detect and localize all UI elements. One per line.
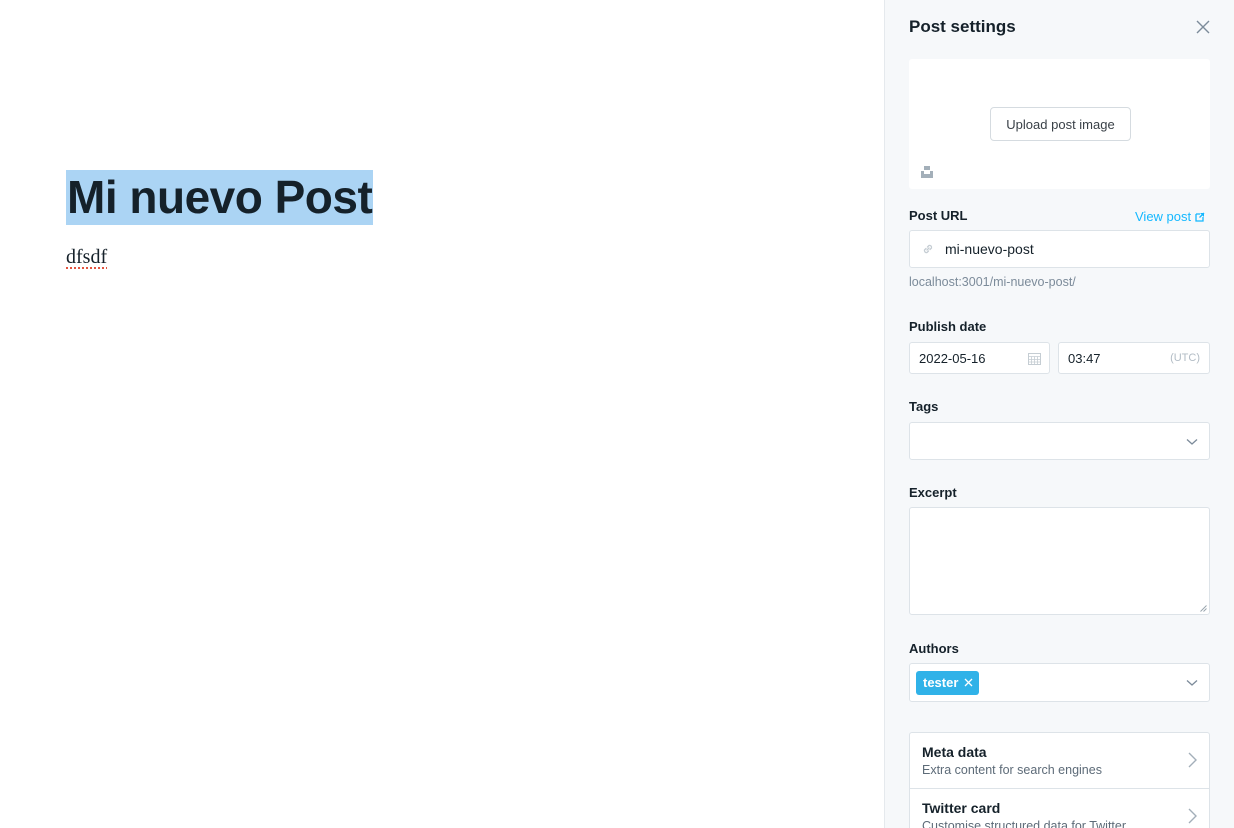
close-icon[interactable] <box>1193 17 1213 37</box>
publish-time-input[interactable]: 03:47 (UTC) <box>1058 342 1210 374</box>
upload-post-image-button[interactable]: Upload post image <box>990 107 1131 141</box>
unsplash-icon[interactable] <box>920 165 934 179</box>
chevron-right-icon <box>1188 752 1197 768</box>
chevron-down-icon <box>1186 439 1198 445</box>
authors-label: Authors <box>909 641 959 656</box>
publish-time-value: 03:47 <box>1068 350 1101 366</box>
excerpt-label: Excerpt <box>909 485 957 500</box>
excerpt-textarea[interactable] <box>909 507 1210 615</box>
remove-author-icon[interactable] <box>964 678 973 687</box>
publish-date-label: Publish date <box>909 319 987 334</box>
view-post-link[interactable]: View post <box>1135 209 1205 224</box>
twitter-card-subtitle: Customise structured data for Twitter <box>922 819 1127 828</box>
post-url-input[interactable]: mi-nuevo-post <box>909 230 1210 268</box>
post-image-area[interactable]: Upload post image <box>909 59 1210 189</box>
publish-date-input[interactable]: 2022-05-16 <box>909 342 1050 374</box>
post-url-label: Post URL <box>909 208 968 223</box>
author-chip[interactable]: tester <box>916 670 980 695</box>
twitter-card-title: Twitter card <box>922 800 1001 816</box>
external-link-icon <box>1195 212 1205 222</box>
timezone-label: (UTC) <box>1170 352 1200 364</box>
resize-handle-icon[interactable] <box>1200 605 1207 612</box>
meta-data-section[interactable]: Meta data Extra content for search engin… <box>909 732 1210 789</box>
chevron-down-icon <box>1186 680 1198 686</box>
editor-canvas[interactable]: Mi nuevo Post dfsdf <box>0 0 884 828</box>
panel-title: Post settings <box>909 17 1016 36</box>
post-body-text[interactable]: dfsdf <box>66 246 107 269</box>
chevron-right-icon <box>1188 808 1197 824</box>
post-url-preview: localhost:3001/mi-nuevo-post/ <box>909 275 1076 289</box>
view-post-label: View post <box>1135 209 1192 224</box>
publish-date-value: 2022-05-16 <box>919 350 986 366</box>
meta-data-subtitle: Extra content for search engines <box>922 763 1102 777</box>
tags-label: Tags <box>909 399 939 414</box>
meta-data-title: Meta data <box>922 744 987 760</box>
post-settings-panel: Post settings Upload post image Post URL… <box>884 0 1234 828</box>
calendar-icon[interactable] <box>1028 352 1041 365</box>
author-chip-label: tester <box>923 675 959 690</box>
authors-select[interactable]: tester <box>909 663 1210 702</box>
link-icon <box>923 244 933 254</box>
twitter-card-section[interactable]: Twitter card Customise structured data f… <box>909 788 1210 828</box>
post-title[interactable]: Mi nuevo Post <box>66 170 374 225</box>
post-url-value: mi-nuevo-post <box>945 241 1034 257</box>
tags-select[interactable] <box>909 422 1210 460</box>
